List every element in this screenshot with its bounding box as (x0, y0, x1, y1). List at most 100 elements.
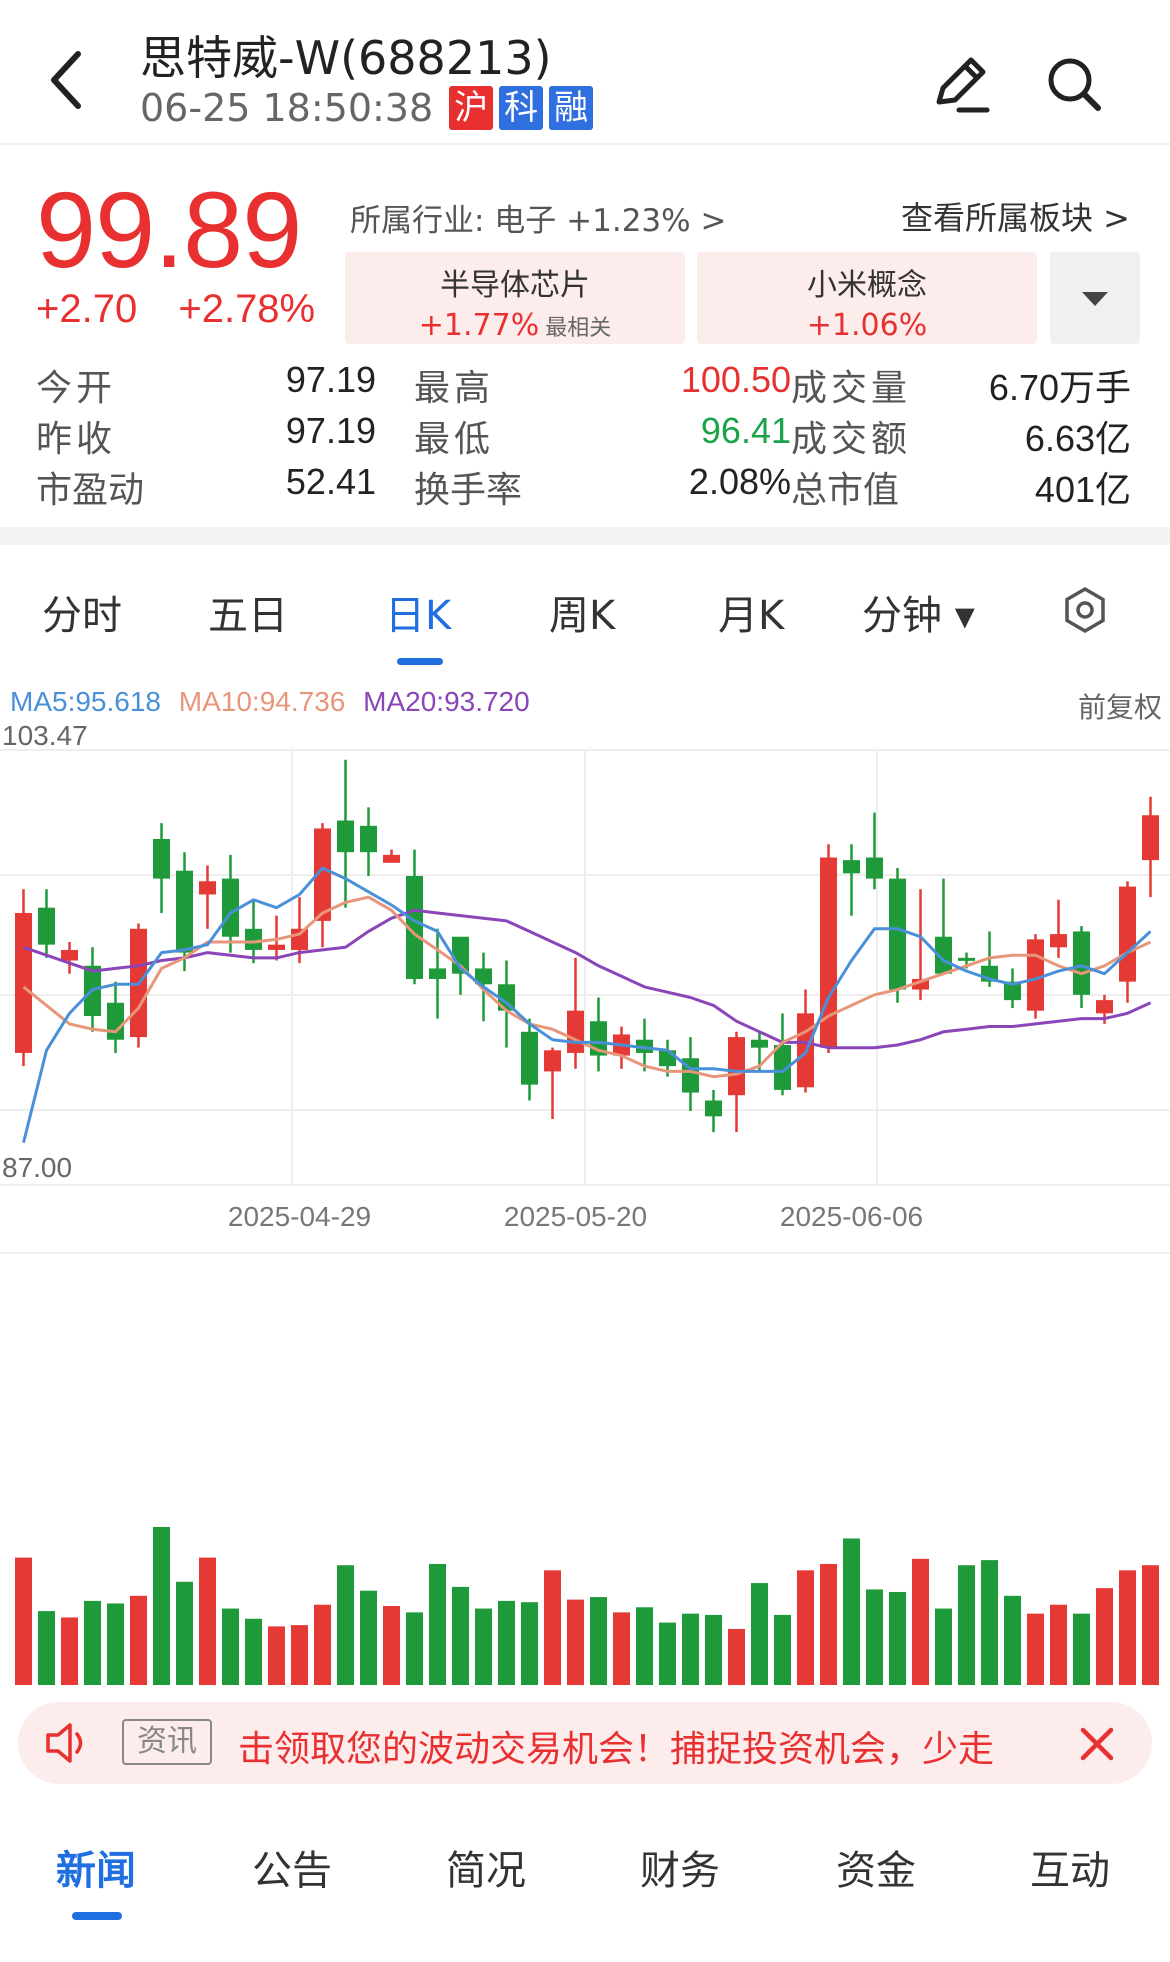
volume-bar (290, 1625, 309, 1685)
search-icon (1048, 58, 1101, 111)
volume-bar (1095, 1588, 1114, 1685)
volume-bar (727, 1628, 746, 1685)
volume-bar (934, 1608, 953, 1685)
volume-bar (566, 1599, 585, 1685)
price-change-pct: +2.78% (178, 287, 316, 331)
back-button[interactable] (40, 40, 100, 120)
volume-bar (198, 1557, 217, 1685)
volume-bar (681, 1613, 700, 1685)
volume-bar (520, 1602, 539, 1685)
candle-body (152, 839, 171, 879)
candle-body (267, 944, 286, 950)
sector-chip-name: 小米概念 (807, 268, 927, 303)
tab-daily-k[interactable]: 日K (385, 583, 451, 641)
news-ticker[interactable]: 资讯 击领取您的波动交易机会！捕捉投资机会，少走 (18, 1702, 1152, 1784)
more-sectors-button[interactable] (1050, 252, 1140, 344)
candle-body (359, 825, 378, 853)
candle-body (1118, 886, 1137, 982)
stat-value-pe: 52.41 (285, 461, 376, 502)
candle-body (1049, 934, 1068, 948)
volume-bar (796, 1570, 815, 1685)
volume-bar (704, 1614, 723, 1685)
sector-chip-xiaomi[interactable]: 小米概念 +1.06% (697, 252, 1037, 344)
volume-bar (1026, 1613, 1045, 1685)
edit-button[interactable] (925, 50, 995, 120)
stat-value-open: 97.19 (285, 359, 376, 400)
stat-value-market-cap: 401亿 (1034, 469, 1131, 510)
ma10-value: MA10:94.736 (178, 686, 346, 717)
candle-body (221, 878, 240, 937)
tab-five-day[interactable]: 五日 (208, 583, 288, 641)
volume-bar (313, 1604, 332, 1685)
info-tabs: 新闻 公告 简况 财务 资金 互动 (0, 1790, 1170, 1962)
search-button[interactable] (1040, 50, 1110, 120)
settings-hexagon-icon (1065, 586, 1105, 634)
last-price: 99.89 (36, 169, 302, 290)
volume-bar (152, 1527, 171, 1685)
candle-body (1072, 931, 1091, 995)
stat-value-prev-close: 97.19 (285, 410, 376, 451)
stat-label-volume: 成交量 (791, 368, 912, 409)
chart-settings-button[interactable] (1060, 585, 1110, 635)
chart-grid (0, 749, 1170, 1254)
stat-label-turnover-amount: 成交额 (791, 419, 912, 460)
stat-label-high: 最高 (414, 368, 495, 409)
candle-body (60, 949, 79, 961)
volume-bar (129, 1595, 148, 1685)
volume-bar (106, 1603, 125, 1685)
stat-label-open: 今开 (36, 368, 117, 409)
volume-bar (612, 1612, 631, 1685)
industry-link[interactable]: 所属行业: 电子 +1.23% > (350, 195, 726, 240)
volume-bar (589, 1597, 608, 1685)
candle-body (566, 1010, 585, 1053)
tab-news[interactable]: 新闻 (56, 1838, 136, 1896)
volume-bars-group (14, 1527, 1160, 1685)
candle-body (750, 1039, 769, 1048)
volume-bar (819, 1563, 838, 1685)
stat-value-turnover-rate: 2.08% (688, 461, 791, 502)
price-adjust-toggle[interactable]: 前复权 (1078, 686, 1162, 726)
tab-announcements[interactable]: 公告 (252, 1838, 332, 1896)
candle-body (543, 1050, 562, 1072)
tab-monthly-k[interactable]: 月K (718, 583, 784, 641)
ma-legend: MA5:95.618 MA10:94.736 MA20:93.720 (10, 686, 540, 718)
candle-body (704, 1100, 723, 1117)
view-sector-link[interactable]: 查看所属板块 > (901, 193, 1130, 239)
tab-interaction[interactable]: 互动 (1030, 1838, 1110, 1896)
volume-bar (405, 1612, 424, 1685)
stat-label-pe: 市盈动 (36, 470, 145, 511)
tab-financials[interactable]: 财务 (640, 1838, 720, 1896)
volume-bar (497, 1600, 516, 1685)
market-badge-sh: 沪 (449, 86, 494, 130)
candle-body (336, 820, 355, 853)
ma5-value: MA5:95.618 (10, 686, 161, 717)
tab-minute[interactable]: 分钟 ▾ (862, 583, 975, 641)
candle-body (428, 968, 447, 979)
candle-body (1141, 815, 1160, 861)
volume-bar (428, 1563, 447, 1685)
volume-bar (1049, 1604, 1068, 1685)
candle-body (658, 1050, 677, 1067)
candle-body (14, 912, 33, 1053)
triangle-down-icon (1082, 292, 1108, 306)
stat-label-market-cap: 总市值 (791, 470, 900, 511)
volume-bar (267, 1626, 286, 1685)
sector-chip-semiconductor[interactable]: 半导体芯片 +1.77% 最相关 (345, 252, 685, 344)
stats-row-3: 市盈动 52.41 换手率 2.08% 总市值 401亿 (36, 461, 1136, 512)
volume-bar (1141, 1565, 1160, 1685)
volume-bar (175, 1581, 194, 1685)
tab-weekly-k[interactable]: 周K (549, 583, 615, 641)
stats-row-2: 昨收 97.19 最低 96.41 成交额 6.63亿 (36, 410, 1136, 461)
volume-bar (1072, 1613, 1091, 1685)
quote-datetime-row: 06-25 18:50:38 沪 科 融 (140, 86, 594, 130)
daily-k-chart[interactable]: 103.47 87.00 2025-04-29 2025-05-20 2025-06-0… (0, 725, 1170, 1695)
tab-capital-flow[interactable]: 资金 (836, 1838, 916, 1896)
volume-bar (359, 1590, 378, 1685)
tab-intraday[interactable]: 分时 (42, 583, 122, 641)
volume-bar (911, 1558, 930, 1685)
close-ticker-button[interactable] (1073, 1720, 1121, 1768)
ticker-text[interactable]: 击领取您的波动交易机会！捕捉投资机会，少走 (238, 1720, 1053, 1772)
tab-profile[interactable]: 简况 (446, 1838, 526, 1896)
candles-group (14, 759, 1160, 1133)
volume-bar (336, 1565, 355, 1685)
